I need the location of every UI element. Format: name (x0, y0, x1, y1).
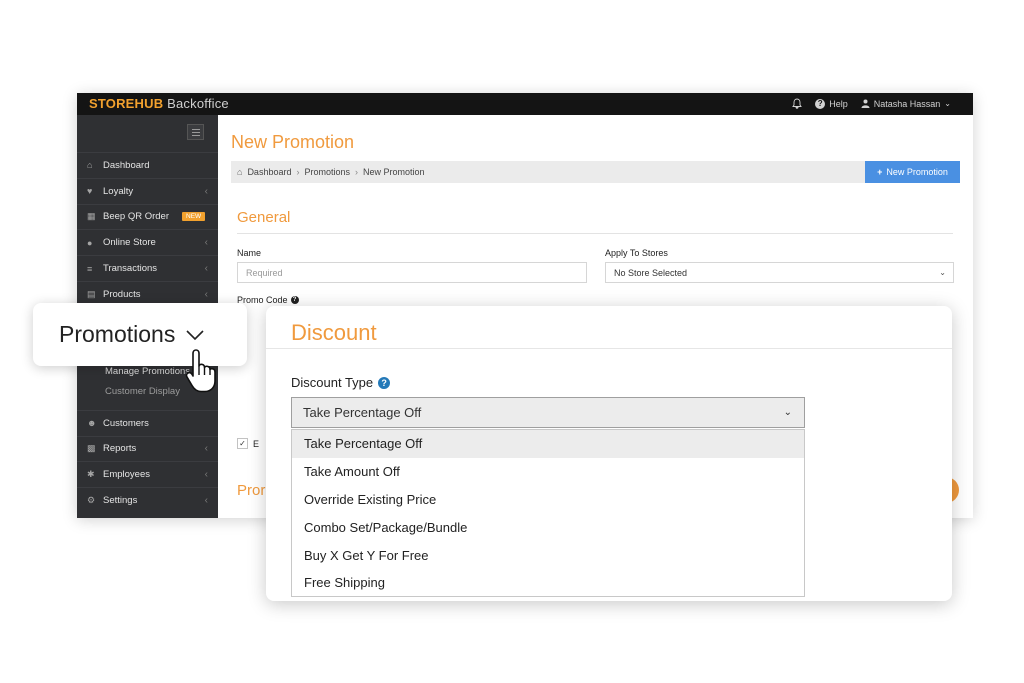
sidebar-item-label: Products (103, 288, 141, 300)
question-icon: ? (815, 98, 826, 109)
bar-chart-icon: ▩ (87, 443, 96, 454)
section-general-title: General (237, 209, 291, 226)
chevron-left-icon: ‹ (204, 263, 208, 275)
sidebar-item-customers[interactable]: ☻ Customers (77, 409, 218, 436)
breadcrumb-promotions[interactable]: Promotions (304, 167, 350, 177)
sidebar-item-label: Customers (103, 417, 149, 429)
discount-type-label-wrap: Discount Type ? (291, 375, 391, 390)
promo-code-label-wrap: Promo Code ? (237, 295, 299, 305)
list-icon: ≡ (87, 263, 93, 274)
apply-to-stores-select[interactable]: No Store Selected ⌄ (605, 262, 954, 283)
chevron-left-icon: ‹ (204, 469, 208, 481)
sidebar-item-label: Online Store (103, 237, 156, 249)
name-label: Name (237, 248, 262, 258)
top-bar: STOREHUB Backoffice ? Help Natasha Hassa… (77, 93, 973, 115)
menu-toggle-icon[interactable] (187, 124, 204, 140)
discount-type-value: Take Percentage Off (303, 405, 422, 420)
breadcrumb-current: New Promotion (363, 167, 425, 177)
chevron-left-icon: ‹ (204, 443, 208, 455)
new-promotion-label: New Promotion (886, 167, 948, 177)
sidebar-subitem-customer-display[interactable]: Customer Display (105, 386, 180, 397)
sidebar-item-label: Reports (103, 443, 137, 455)
help-icon[interactable]: ? (378, 376, 391, 389)
person-icon: ✱ (87, 469, 95, 480)
apply-to-stores-label: Apply To Stores (605, 248, 668, 258)
promotions-label: Promotions (59, 321, 176, 347)
chevron-down-icon: ⌄ (783, 407, 792, 418)
divider (237, 233, 953, 234)
breadcrumb-dashboard[interactable]: Dashboard (247, 167, 291, 177)
help-label: Help (829, 98, 848, 109)
discount-panel: Discount Discount Type ? Take Percentage… (266, 306, 952, 601)
option-buy-x-get-y[interactable]: Buy X Get Y For Free (292, 541, 804, 569)
promo-code-label: Promo Code (237, 295, 288, 305)
enable-checkbox-row[interactable]: ✓ E (237, 438, 259, 449)
discount-type-options: Take Percentage Off Take Amount Off Over… (291, 429, 805, 597)
question-icon: ? (290, 296, 299, 304)
sidebar-item-label: Dashboard (103, 159, 150, 171)
sidebar-item-label: Employees (103, 469, 150, 481)
chevron-left-icon: ‹ (204, 185, 208, 197)
user-menu[interactable]: Natasha Hassan ⌄ (861, 99, 951, 109)
brand-suffix: Backoffice (167, 96, 229, 111)
brand-logo: STOREHUB Backoffice (89, 96, 229, 111)
heart-icon: ♥ (87, 186, 93, 197)
qr-icon: ▦ (87, 211, 96, 222)
chevron-left-icon: ‹ (204, 237, 208, 249)
new-promotion-button[interactable]: + New Promotion (865, 161, 960, 183)
brand-name: STOREHUB (89, 96, 164, 111)
chevron-down-icon: ⌄ (944, 99, 951, 108)
sidebar-item-label: Beep QR Order (103, 211, 169, 223)
plus-icon: + (877, 167, 883, 177)
globe-icon: ● (87, 237, 93, 248)
discount-type-select[interactable]: Take Percentage Off ⌄ (291, 397, 805, 428)
users-icon: ☻ (87, 418, 97, 429)
home-icon: ⌂ (237, 167, 243, 177)
sidebar-item-loyalty[interactable]: ♥ Loyalty ‹ (77, 177, 218, 204)
cart-icon: ▤ (87, 288, 96, 299)
option-take-percentage-off[interactable]: Take Percentage Off (292, 430, 804, 458)
sidebar-item-label: Loyalty (103, 185, 134, 197)
name-placeholder: Required (246, 267, 283, 278)
sidebar-item-employees[interactable]: ✱ Employees ‹ (77, 461, 218, 487)
chevron-down-icon (186, 329, 204, 340)
option-take-amount-off[interactable]: Take Amount Off (292, 458, 804, 486)
sidebar-item-beep-qr-order[interactable]: ▦ Beep QR Order NEW (77, 203, 218, 230)
divider (266, 348, 952, 349)
breadcrumb-separator: › (355, 167, 358, 177)
help-link[interactable]: ? Help (815, 98, 848, 109)
sidebar-item-settings[interactable]: ⚙ Settings ‹ (77, 487, 218, 513)
discount-title: Discount (291, 320, 377, 345)
name-field[interactable]: Required (237, 262, 587, 283)
option-combo-set[interactable]: Combo Set/Package/Bundle (292, 513, 804, 541)
page-title: New Promotion (231, 132, 355, 152)
breadcrumb: ⌂ Dashboard › Promotions › New Promotion (231, 161, 865, 183)
sidebar-item-reports[interactable]: ▩ Reports ‹ (77, 435, 218, 462)
home-icon: ⌂ (87, 160, 93, 171)
sidebar-subitem-manage-promotions[interactable]: Manage Promotions (105, 366, 190, 377)
checkbox-label: E (253, 438, 260, 449)
stores-value: No Store Selected (614, 267, 688, 278)
chevron-left-icon: ‹ (204, 288, 208, 300)
sidebar-item-label: Settings (103, 495, 138, 507)
bell-icon[interactable] (792, 98, 803, 109)
chevron-left-icon: ‹ (204, 495, 208, 507)
gears-icon: ⚙ (87, 495, 96, 506)
breadcrumb-separator: › (296, 167, 300, 177)
sidebar-item-transactions[interactable]: ≡ Transactions ‹ (77, 255, 218, 281)
sidebar-item-dashboard[interactable]: ⌂ Dashboard (77, 152, 218, 178)
user-icon (861, 99, 870, 108)
chevron-down-icon: ⌄ (939, 268, 946, 277)
sidebar-item-label: Transactions (103, 263, 158, 275)
discount-type-label: Discount Type (291, 375, 374, 390)
section-promo-title: Pror (237, 482, 266, 499)
sidebar-item-online-store[interactable]: ● Online Store ‹ (77, 229, 218, 255)
checkbox[interactable]: ✓ (237, 438, 248, 449)
user-name: Natasha Hassan (873, 98, 941, 109)
option-override-existing-price[interactable]: Override Existing Price (292, 486, 804, 514)
new-badge: NEW (182, 212, 206, 222)
option-free-shipping[interactable]: Free Shipping (292, 569, 804, 597)
hand-pointer-icon (185, 349, 216, 393)
